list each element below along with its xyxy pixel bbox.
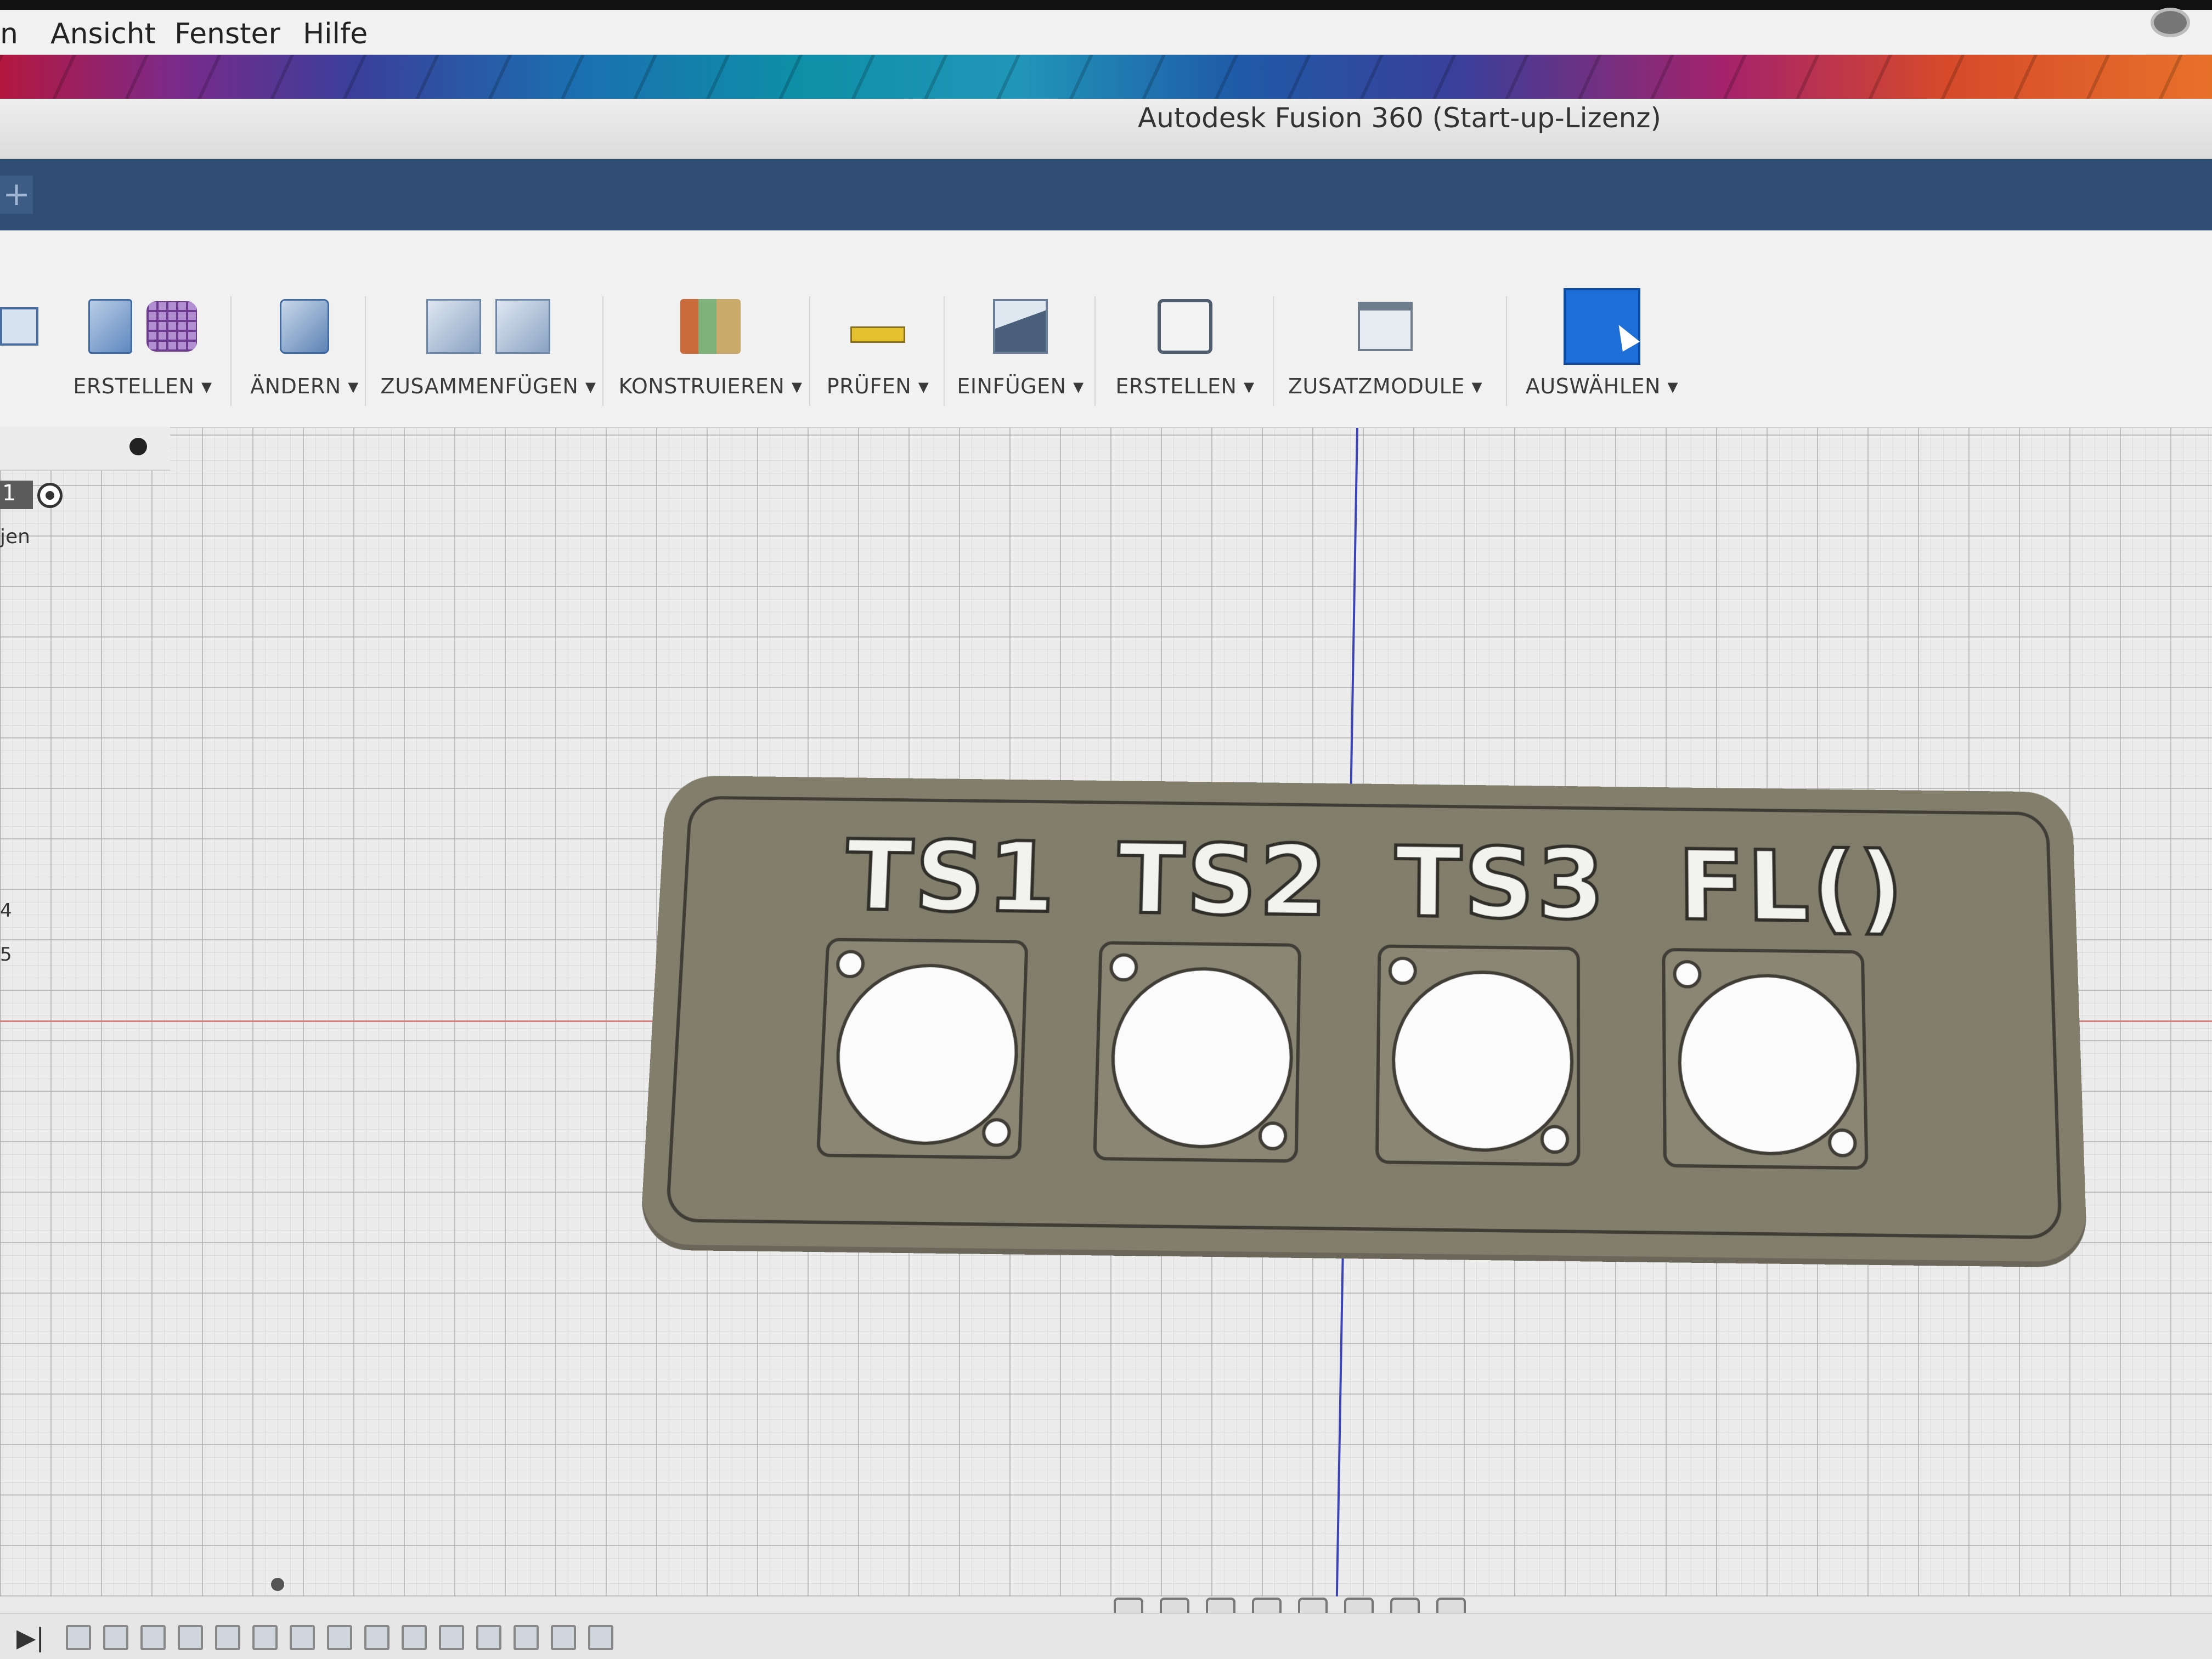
window-title: Autodesk Fusion 360 (Start-up-Lizenz) xyxy=(1138,102,1662,134)
toolbar-label-zusatzmodule[interactable]: ZUSATZMODULE ▾ xyxy=(1284,374,1487,398)
browser-panel-header xyxy=(0,427,170,471)
press-pull-icon[interactable] xyxy=(280,299,329,354)
screw-hole xyxy=(836,950,866,979)
screw-hole xyxy=(1673,960,1702,989)
browser-item-number[interactable]: 1 xyxy=(0,481,33,509)
plate-label-ts1: TS1 xyxy=(842,819,1061,936)
socket-hole xyxy=(1391,969,1574,1153)
timeline-step-icon[interactable] xyxy=(551,1625,576,1650)
sketch-icon[interactable] xyxy=(0,307,38,346)
timeline-step-icon[interactable] xyxy=(140,1625,166,1650)
toolbar-label-erstellen[interactable]: ERSTELLEN ▾ xyxy=(66,374,219,398)
timeline-step-icon[interactable] xyxy=(66,1625,91,1650)
toolbar-label-zusammenfuegen[interactable]: ZUSAMMENFÜGEN ▾ xyxy=(379,374,598,398)
toolbar-group-erstellen-2[interactable]: ERSTELLEN ▾ xyxy=(1108,280,1262,428)
menu-item-fenster[interactable]: Fenster xyxy=(174,18,280,50)
document-tab-bar: + xyxy=(0,159,2212,230)
socket-cutout[interactable] xyxy=(1662,947,1869,1170)
toolbar-label-konstruieren[interactable]: KONSTRUIEREN ▾ xyxy=(614,374,806,398)
timeline-step-icon[interactable] xyxy=(364,1625,390,1650)
screw-hole xyxy=(1258,1121,1288,1151)
timeline-bar: ▶| xyxy=(0,1613,2212,1659)
toolbar-label-auswaehlen[interactable]: AUSWÄHLEN ▾ xyxy=(1514,374,1690,398)
toolbar-separator xyxy=(944,296,945,406)
insert-image-icon[interactable] xyxy=(993,299,1048,354)
toolbar-group-aendern[interactable]: ÄNDERN ▾ xyxy=(241,280,368,428)
timeline-step-icon[interactable] xyxy=(178,1625,203,1650)
timeline-step-icon[interactable] xyxy=(215,1625,240,1650)
joint-icon[interactable] xyxy=(495,299,550,354)
plate-label-ts3: TS3 xyxy=(1392,825,1609,943)
plane-icon[interactable] xyxy=(680,299,741,354)
screw-hole xyxy=(1109,953,1138,982)
menu-bar-edge xyxy=(0,0,2212,10)
browser-item-label[interactable]: 5 xyxy=(0,944,12,966)
timeline-step-icon[interactable] xyxy=(476,1625,501,1650)
browser-item-label[interactable]: 4 xyxy=(0,900,12,922)
timeline-step-icon[interactable] xyxy=(103,1625,128,1650)
toolbar-separator xyxy=(602,296,603,406)
scripts-icon[interactable] xyxy=(1358,302,1413,351)
screw-hole xyxy=(981,1118,1012,1147)
timeline-step-icon[interactable] xyxy=(439,1625,464,1650)
browser-item-label[interactable]: jen xyxy=(0,526,30,548)
toolbar-separator xyxy=(1273,296,1274,406)
menu-item-hilfe[interactable]: Hilfe xyxy=(303,18,368,50)
window-titlebar: Autodesk Fusion 360 (Start-up-Lizenz) xyxy=(0,99,2212,159)
toolbar-group-erstellen[interactable]: ERSTELLEN ▾ xyxy=(66,280,219,428)
plate-label-ts2: TS2 xyxy=(1114,822,1332,940)
plate-label-fl: FL() xyxy=(1675,828,1908,946)
toolbar-separator xyxy=(1094,296,1096,406)
connector-panel-model[interactable]: TS1 TS2 TS3 FL() xyxy=(639,775,2088,1262)
toolbar-group-konstruieren[interactable]: KONSTRUIEREN ▾ xyxy=(614,280,806,428)
3d-print-icon[interactable] xyxy=(1158,299,1212,354)
toolbar-group-einfuegen[interactable]: EINFÜGEN ▾ xyxy=(952,280,1089,428)
toolbar-group-auswaehlen[interactable]: AUSWÄHLEN ▾ xyxy=(1514,280,1690,428)
active-radio-icon[interactable] xyxy=(37,483,63,508)
design-toolbar: ERSTELLEN ▾ ÄNDERN ▾ ZUSAMMENFÜGEN ▾ KON… xyxy=(0,230,2212,428)
toolbar-group-pruefen[interactable]: PRÜFEN ▾ xyxy=(817,280,938,428)
toolbar-label-aendern[interactable]: ÄNDERN ▾ xyxy=(241,374,368,398)
toolbar-label-erstellen-2[interactable]: ERSTELLEN ▾ xyxy=(1108,374,1262,398)
menu-item-ansicht[interactable]: Ansicht xyxy=(50,18,156,50)
timeline-step-icon[interactable] xyxy=(514,1625,539,1650)
socket-cutout[interactable] xyxy=(1375,944,1581,1166)
toolbar-label-einfuegen[interactable]: EINFÜGEN ▾ xyxy=(952,374,1089,398)
new-component-icon[interactable] xyxy=(426,299,481,354)
new-tab-button[interactable]: + xyxy=(0,176,33,214)
toolbar-partial-group[interactable] xyxy=(0,280,38,428)
toolbar-group-zusatzmodule[interactable]: ZUSATZMODULE ▾ xyxy=(1284,280,1487,428)
toolbar-group-zusammenfuegen[interactable]: ZUSAMMENFÜGEN ▾ xyxy=(379,280,598,428)
menu-item-partial[interactable]: n xyxy=(0,18,18,50)
toolbar-separator xyxy=(230,296,232,406)
extrude-icon[interactable] xyxy=(88,299,132,354)
socket-hole xyxy=(1109,966,1295,1150)
timeline-step-icon[interactable] xyxy=(327,1625,352,1650)
timeline-step-icon[interactable] xyxy=(588,1625,613,1650)
timeline-step-icon[interactable] xyxy=(402,1625,427,1650)
socket-hole xyxy=(1677,973,1862,1156)
toolbar-separator xyxy=(1506,296,1507,406)
collapse-icon[interactable] xyxy=(129,438,147,455)
timeline-step-icon[interactable] xyxy=(290,1625,315,1650)
socket-cutout[interactable] xyxy=(816,938,1029,1160)
comments-toggle-icon[interactable] xyxy=(271,1578,284,1591)
form-icon[interactable] xyxy=(146,301,197,352)
menu-bar: n Ansicht Fenster Hilfe xyxy=(0,0,2212,55)
screw-hole xyxy=(1388,956,1417,985)
timeline-step-icon[interactable] xyxy=(252,1625,278,1650)
measure-icon[interactable] xyxy=(850,326,905,343)
siri-icon[interactable] xyxy=(2151,8,2190,37)
screw-hole xyxy=(1540,1125,1570,1154)
select-icon[interactable] xyxy=(1564,288,1640,365)
socket-cutout[interactable] xyxy=(1093,941,1302,1163)
toolbar-separator xyxy=(809,296,810,406)
toolbar-separator xyxy=(365,296,366,406)
toolbar-label-pruefen[interactable]: PRÜFEN ▾ xyxy=(817,374,938,398)
screw-hole xyxy=(1827,1128,1857,1158)
play-icon[interactable]: ▶| xyxy=(16,1623,44,1652)
